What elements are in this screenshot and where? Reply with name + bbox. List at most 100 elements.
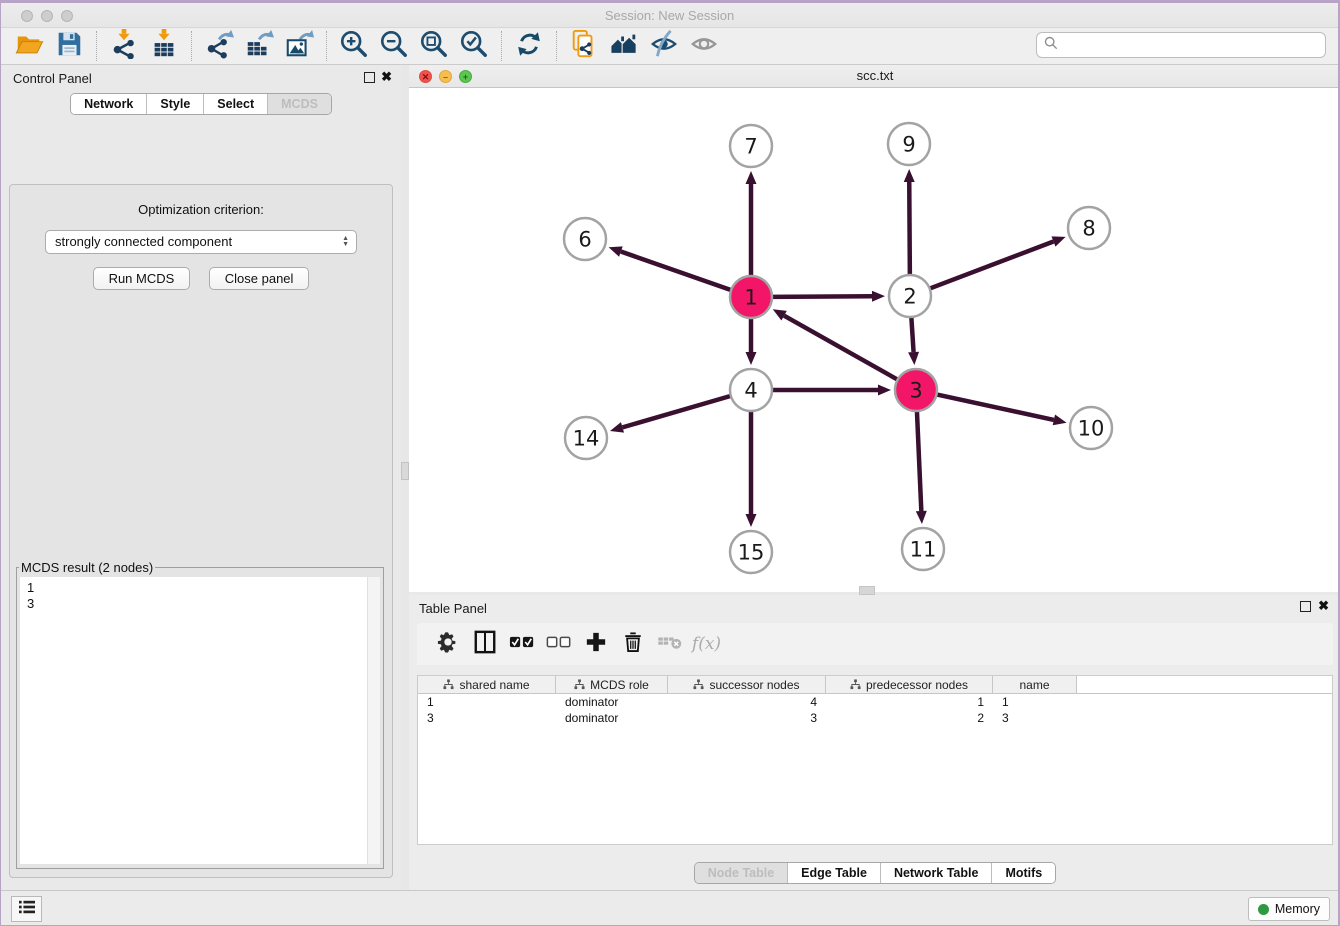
tab-edge-table[interactable]: Edge Table [788, 863, 881, 883]
graph-edge-4-14[interactable] [622, 396, 730, 428]
new-network-from-selection-button[interactable] [564, 29, 604, 63]
close-panel-icon[interactable]: ✖ [381, 69, 392, 85]
cell-name[interactable]: 3 [993, 710, 1077, 726]
cell-successor-nodes[interactable]: 4 [668, 694, 826, 710]
optimization-criterion-label: Optimization criterion: [10, 202, 392, 217]
graph-edge-3-10[interactable] [937, 394, 1054, 419]
cell-mcds-role[interactable]: dominator [556, 710, 668, 726]
tab-select[interactable]: Select [204, 94, 268, 114]
import-network-icon [109, 29, 139, 64]
tab-node-table[interactable]: Node Table [695, 863, 788, 883]
refresh-icon [514, 29, 544, 64]
zoom-selected-button[interactable] [454, 29, 494, 63]
import-network-file-button[interactable] [104, 29, 144, 63]
column-header-successor-nodes[interactable]: successor nodes [668, 676, 826, 693]
network-minimize-button[interactable]: – [439, 70, 452, 83]
tab-mcds[interactable]: MCDS [268, 94, 331, 114]
float-table-panel-icon[interactable] [1300, 601, 1311, 612]
zoom-fit-button[interactable] [414, 29, 454, 63]
zoom-window-button[interactable] [61, 10, 73, 22]
column-header-mcds-role[interactable]: MCDS role [556, 676, 668, 693]
network-maximize-button[interactable]: + [459, 70, 472, 83]
export-table-button[interactable] [239, 29, 279, 63]
cell-shared-name[interactable]: 1 [418, 694, 556, 710]
memory-button[interactable]: Memory [1248, 897, 1330, 921]
table-row[interactable]: 1 dominator 4 1 1 [418, 694, 1332, 710]
delete-rows-button[interactable] [614, 627, 651, 661]
graph-node-label: 3 [909, 379, 922, 403]
hide-selected-button[interactable] [644, 29, 684, 63]
network-close-button[interactable]: ✕ [419, 70, 432, 83]
export-network-button[interactable] [199, 29, 239, 63]
graph-edge-arrowhead [610, 422, 624, 433]
memory-status-icon [1258, 904, 1269, 915]
delete-columns-button[interactable] [651, 627, 688, 661]
column-header-shared-name[interactable]: shared name [418, 676, 556, 693]
cell-predecessor-nodes[interactable]: 2 [826, 710, 993, 726]
tab-network[interactable]: Network [71, 94, 147, 114]
table-row[interactable]: 3 dominator 3 2 3 [418, 710, 1332, 726]
search-field[interactable] [1036, 32, 1326, 58]
list-icon [18, 899, 36, 920]
graph-edge-2-3[interactable] [911, 317, 913, 352]
export-image-button[interactable] [279, 29, 319, 63]
show-task-history-button[interactable] [11, 896, 42, 922]
close-window-button[interactable] [21, 10, 33, 22]
table-settings-button[interactable] [429, 627, 466, 661]
float-panel-icon[interactable] [364, 72, 375, 83]
close-table-panel-icon[interactable]: ✖ [1318, 598, 1329, 614]
minimize-window-button[interactable] [41, 10, 53, 22]
checked-boxes-icon [509, 634, 535, 655]
table-tabs: Node Table Edge Table Network Table Moti… [409, 862, 1340, 884]
network-window: ✕ – + scc.txt 7968124314101511 [409, 65, 1340, 592]
result-scrollbar[interactable] [367, 577, 380, 864]
column-header-name[interactable]: name [993, 676, 1077, 693]
run-mcds-button[interactable]: Run MCDS [93, 267, 191, 290]
import-table-file-button[interactable] [144, 29, 184, 63]
add-row-button[interactable] [577, 627, 614, 661]
tab-network-table[interactable]: Network Table [881, 863, 993, 883]
show-all-button[interactable] [684, 29, 724, 63]
cell-mcds-role[interactable]: dominator [556, 694, 668, 710]
open-file-button[interactable] [9, 29, 49, 63]
memory-label: Memory [1275, 902, 1320, 916]
show-column-panel-button[interactable] [466, 627, 503, 661]
graph-edge-2-9[interactable] [909, 182, 910, 275]
refresh-layout-button[interactable] [509, 29, 549, 63]
zoom-in-button[interactable] [334, 29, 374, 63]
optimization-criterion-dropdown[interactable]: strongly connected component ▲▼ [45, 230, 357, 254]
network-canvas[interactable]: 7968124314101511 [409, 88, 1340, 592]
horizontal-splitter-handle[interactable] [859, 586, 875, 595]
graph-node-label: 4 [744, 379, 757, 403]
graph-edge-1-6[interactable] [621, 252, 731, 291]
dropdown-stepper-icon: ▲▼ [342, 232, 349, 247]
gear-icon [437, 631, 459, 658]
network-window-titlebar: ✕ – + scc.txt [409, 65, 1340, 88]
column-header-predecessor-nodes[interactable]: predecessor nodes [826, 676, 993, 693]
select-all-columns-button[interactable] [503, 627, 540, 661]
zoom-out-button[interactable] [374, 29, 414, 63]
cell-shared-name[interactable]: 3 [418, 710, 556, 726]
toolbar-separator [326, 31, 327, 61]
cell-name[interactable]: 1 [993, 694, 1077, 710]
toolbar-separator [96, 31, 97, 61]
trash-icon [623, 631, 643, 658]
apply-function-button[interactable]: f(x) [688, 627, 725, 661]
vertical-splitter[interactable] [401, 65, 409, 890]
graph-edge-3-11[interactable] [917, 411, 921, 511]
graph-edge-1-2[interactable] [772, 296, 872, 297]
titlebar: Session: New Session [1, 0, 1338, 28]
graph-edge-3-1[interactable] [784, 316, 898, 380]
header-filler [1077, 676, 1332, 693]
tab-style[interactable]: Style [147, 94, 204, 114]
save-session-button[interactable] [49, 29, 89, 63]
cell-predecessor-nodes[interactable]: 1 [826, 694, 993, 710]
cell-successor-nodes[interactable]: 3 [668, 710, 826, 726]
graph-edge-2-8[interactable] [930, 241, 1054, 288]
splitter-handle[interactable] [401, 462, 409, 480]
tab-motifs[interactable]: Motifs [992, 863, 1055, 883]
deselect-all-columns-button[interactable] [540, 627, 577, 661]
first-neighbors-button[interactable] [604, 29, 644, 63]
search-input[interactable] [1063, 38, 1325, 53]
close-panel-button[interactable]: Close panel [209, 267, 310, 290]
